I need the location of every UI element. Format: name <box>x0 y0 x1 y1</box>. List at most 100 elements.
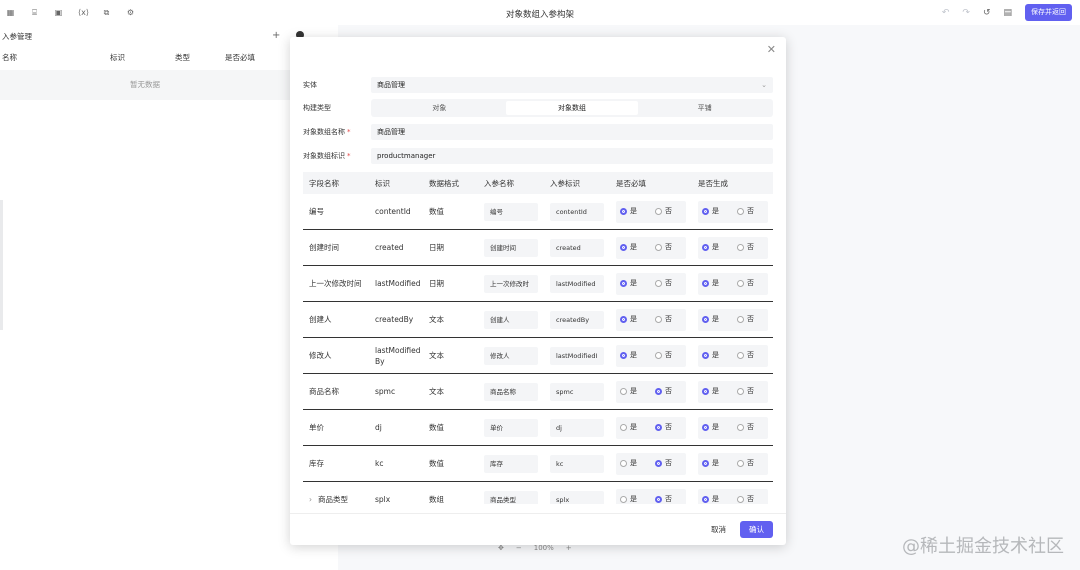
generate-no-option[interactable]: 否 <box>737 206 768 217</box>
yes-label: 是 <box>712 351 719 359</box>
close-icon[interactable]: ✕ <box>767 43 776 56</box>
confirm-button[interactable]: 确认 <box>740 521 773 538</box>
param-name-input[interactable]: 修改人 <box>484 346 538 365</box>
generate-yes-option[interactable]: 是 <box>702 278 733 289</box>
generate-no-option[interactable]: 否 <box>737 494 768 504</box>
array-name-input[interactable]: 商品管理 <box>371 124 773 140</box>
param-id-input[interactable]: kc <box>550 454 604 473</box>
empty-state: 暂无数据 <box>0 70 290 100</box>
yes-label: 是 <box>630 243 637 251</box>
cell-required: 是否 <box>610 308 692 331</box>
param-name-input[interactable]: 编号 <box>484 202 538 221</box>
required-no-option[interactable]: 否 <box>655 422 686 433</box>
cell-param-name: 创建时间 <box>478 238 544 257</box>
required-no-option[interactable]: 否 <box>655 350 686 361</box>
build-type-flat[interactable]: 平铺 <box>638 101 771 115</box>
reset-icon[interactable]: ↺ <box>983 8 991 18</box>
radio-icon <box>702 316 709 323</box>
radio-icon <box>702 388 709 395</box>
required-no-option[interactable]: 否 <box>655 206 686 217</box>
param-name-input[interactable]: 创建人 <box>484 310 538 329</box>
cell-param-name: 创建人 <box>478 310 544 329</box>
required-no-option[interactable]: 否 <box>655 494 686 504</box>
required-radio-group: 是否 <box>616 272 686 295</box>
generate-yes-option[interactable]: 是 <box>702 314 733 325</box>
yes-label: 是 <box>712 243 719 251</box>
cell-generate: 是否 <box>692 344 773 367</box>
required-no-option[interactable]: 否 <box>655 458 686 469</box>
required-yes-option[interactable]: 是 <box>620 314 651 325</box>
generate-yes-option[interactable]: 是 <box>702 242 733 253</box>
radio-icon <box>702 208 709 215</box>
param-id-input[interactable]: created <box>550 238 604 257</box>
cell-id: spmc <box>375 387 396 396</box>
add-icon[interactable]: + <box>272 30 280 41</box>
generate-no-option[interactable]: 否 <box>737 422 768 433</box>
yes-label: 是 <box>630 351 637 359</box>
generate-no-option[interactable]: 否 <box>737 278 768 289</box>
no-label: 否 <box>665 351 672 359</box>
required-radio-group: 是否 <box>616 380 686 403</box>
generate-no-option[interactable]: 否 <box>737 242 768 253</box>
col-required: 是否必填 <box>225 52 255 62</box>
generate-no-option[interactable]: 否 <box>737 386 768 397</box>
param-id-input[interactable]: lastModified <box>550 274 604 293</box>
no-label: 否 <box>747 207 754 215</box>
build-type-object-array[interactable]: 对象数组 <box>505 101 639 115</box>
required-yes-option[interactable]: 是 <box>620 278 651 289</box>
param-name-input[interactable]: 创建时间 <box>484 238 538 257</box>
generate-no-option[interactable]: 否 <box>737 314 768 325</box>
redo-icon[interactable]: ↷ <box>962 8 970 18</box>
fit-icon[interactable]: ✥ <box>498 544 504 552</box>
param-name-input[interactable]: 单价 <box>484 418 538 437</box>
required-no-option[interactable]: 否 <box>655 314 686 325</box>
param-name-input[interactable]: 上一次修改时 <box>484 274 538 293</box>
required-no-option[interactable]: 否 <box>655 386 686 397</box>
generate-yes-option[interactable]: 是 <box>702 458 733 469</box>
generate-yes-option[interactable]: 是 <box>702 206 733 217</box>
param-name-input[interactable]: 库存 <box>484 454 538 473</box>
cell-id: lastModified <box>375 279 421 288</box>
required-yes-option[interactable]: 是 <box>620 458 651 469</box>
array-id-input[interactable]: productmanager <box>371 148 773 164</box>
param-name-input[interactable]: 商品名称 <box>484 382 538 401</box>
required-yes-option[interactable]: 是 <box>620 494 651 504</box>
chevron-right-icon[interactable]: › <box>309 495 312 504</box>
generate-yes-option[interactable]: 是 <box>702 386 733 397</box>
param-id-input[interactable]: spmc <box>550 382 604 401</box>
build-type-object[interactable]: 对象 <box>373 101 506 115</box>
cancel-button[interactable]: 取消 <box>703 521 734 538</box>
entity-select[interactable]: 商品管理 ⌄ <box>371 77 773 93</box>
undo-icon[interactable]: ↶ <box>942 8 950 18</box>
generate-no-option[interactable]: 否 <box>737 350 768 361</box>
param-id-input[interactable]: createdBy <box>550 310 604 329</box>
required-no-option[interactable]: 否 <box>655 242 686 253</box>
required-yes-option[interactable]: 是 <box>620 206 651 217</box>
array-id-label-text: 对象数组标识 <box>303 152 345 160</box>
zoom-out-button[interactable]: − <box>516 544 522 552</box>
required-no-option[interactable]: 否 <box>655 278 686 289</box>
param-name-input[interactable]: 商品类型 <box>484 490 538 504</box>
radio-icon <box>655 460 662 467</box>
param-id-input[interactable]: lastModifiedI <box>550 346 604 365</box>
param-id-input[interactable]: contentId <box>550 202 604 221</box>
yes-label: 是 <box>712 459 719 467</box>
generate-no-option[interactable]: 否 <box>737 458 768 469</box>
generate-yes-option[interactable]: 是 <box>702 422 733 433</box>
required-yes-option[interactable]: 是 <box>620 386 651 397</box>
param-id-input[interactable]: dj <box>550 418 604 437</box>
param-id-input[interactable]: splx <box>550 490 604 504</box>
cell-format: 数值 <box>429 207 444 216</box>
cell-param-name: 单价 <box>478 418 544 437</box>
save-and-return-button[interactable]: 保存并返回 <box>1025 4 1072 21</box>
yes-label: 是 <box>712 207 719 215</box>
required-yes-option[interactable]: 是 <box>620 242 651 253</box>
generate-yes-option[interactable]: 是 <box>702 494 733 504</box>
generate-yes-option[interactable]: 是 <box>702 350 733 361</box>
generate-radio-group: 是否 <box>698 308 768 331</box>
zoom-in-button[interactable]: + <box>566 544 572 552</box>
required-yes-option[interactable]: 是 <box>620 350 651 361</box>
table-row: 单价 dj 数值 单价 dj 是否是否 <box>303 410 773 446</box>
required-yes-option[interactable]: 是 <box>620 422 651 433</box>
save-icon[interactable]: ▤ <box>1003 8 1012 18</box>
